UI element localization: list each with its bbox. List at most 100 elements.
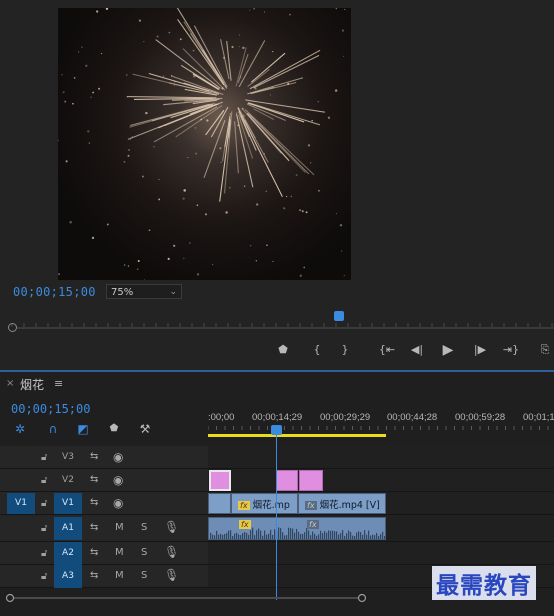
microphone-icon[interactable]: 🎙︎ <box>164 568 179 582</box>
nest-sequence-icon[interactable]: ✲ <box>12 421 28 437</box>
ruler-label: 00;01;1 <box>523 412 554 423</box>
graphic-clip[interactable] <box>276 470 298 491</box>
track-header: V1 🔓︎ V1 ⇆ ◉ <box>0 492 208 514</box>
work-area-bar[interactable] <box>208 434 386 437</box>
linked-selection-icon[interactable]: ◩ <box>75 421 91 437</box>
monitor-time-ruler[interactable] <box>0 313 554 333</box>
firework-image <box>58 8 346 280</box>
clip-label: fx 烟花.mp <box>238 497 290 511</box>
sync-lock-icon[interactable]: ⇆ <box>90 474 98 485</box>
track-header: 🔓︎ V2 ⇆ ◉ <box>0 469 208 491</box>
mute-button[interactable]: M <box>115 570 124 581</box>
clip-name: 烟花.mp4 [V] <box>319 500 380 511</box>
source-patch-v1[interactable]: V1 <box>7 493 35 514</box>
video-clip[interactable]: fx 烟花.mp <box>231 493 298 514</box>
clip-label: fx <box>239 519 254 530</box>
solo-button[interactable]: S <box>141 547 147 558</box>
chevron-down-icon: ⌄ <box>169 287 177 297</box>
lock-icon[interactable]: 🔓︎ <box>41 523 47 534</box>
track-v2: 🔓︎ V2 ⇆ ◉ <box>0 469 554 492</box>
mute-button[interactable]: M <box>115 522 124 533</box>
go-to-out-icon[interactable]: ⇥} <box>500 341 522 359</box>
track-a1: 🔓︎ A1 ⇆ M S 🎙︎ fx fx <box>0 515 554 542</box>
close-icon[interactable]: × <box>6 378 14 389</box>
audio-waveform <box>210 527 385 539</box>
track-lane[interactable]: fx 烟花.mp fx 烟花.mp4 [V] <box>208 492 554 514</box>
track-name[interactable]: A3 <box>54 565 82 588</box>
track-v3: 🔓︎ V3 ⇆ ◉ <box>0 446 554 469</box>
sync-lock-icon[interactable]: ⇆ <box>90 570 98 581</box>
microphone-icon[interactable]: 🎙︎ <box>164 520 179 534</box>
monitor-playhead[interactable] <box>334 311 344 321</box>
track-name[interactable]: A2 <box>54 542 82 565</box>
monitor-scrollbar[interactable] <box>17 327 554 329</box>
video-clip[interactable]: fx 烟花.mp4 [V] <box>298 493 386 514</box>
clip-label: fx 烟花.mp4 [V] <box>305 497 380 511</box>
sequence-tab-title[interactable]: 烟花 <box>20 376 44 393</box>
sync-lock-icon[interactable]: ⇆ <box>90 497 98 508</box>
video-clip[interactable] <box>208 493 231 514</box>
lock-icon[interactable]: 🔓︎ <box>41 498 47 509</box>
sync-lock-icon[interactable]: ⇆ <box>90 547 98 558</box>
track-a2: 🔓︎ A2 ⇆ M S 🎙︎ <box>0 542 554 565</box>
eye-icon[interactable]: ◉ <box>113 496 123 510</box>
monitor-zoom-handle[interactable] <box>8 323 17 332</box>
video-preview[interactable] <box>58 8 351 280</box>
step-forward-icon[interactable]: |▶ <box>471 341 489 359</box>
panel-menu-icon[interactable]: ≡ <box>54 377 63 390</box>
ruler-label: :00;00 <box>208 412 235 423</box>
snap-magnet-icon[interactable]: ∩ <box>45 421 61 437</box>
track-lane[interactable]: fx fx <box>208 515 554 541</box>
monitor-timecode[interactable]: 00;00;15;00 <box>13 285 96 299</box>
track-name[interactable]: V1 <box>54 493 82 514</box>
timeline-playhead[interactable] <box>271 425 282 435</box>
lift-icon[interactable]: ⎘ <box>536 341 554 359</box>
sync-lock-icon[interactable]: ⇆ <box>90 451 98 462</box>
audio-clip[interactable]: fx fx <box>208 517 386 540</box>
watermark-logo: 最需教育 <box>432 566 536 600</box>
play-icon[interactable]: ▶ <box>439 341 457 359</box>
graphic-clip[interactable] <box>209 470 231 491</box>
lock-icon[interactable]: 🔓︎ <box>41 452 47 463</box>
zoom-select[interactable]: 75% ⌄ <box>106 284 182 299</box>
track-lane[interactable] <box>208 542 554 564</box>
settings-wrench-icon[interactable]: ⚒ <box>137 421 153 437</box>
track-lane[interactable] <box>208 469 554 491</box>
track-lane[interactable] <box>208 446 554 468</box>
timeline-playhead-line <box>276 430 277 600</box>
ruler-label: 00;00;14;29 <box>252 412 303 423</box>
ruler-label: 00;00;29;29 <box>320 412 371 423</box>
graphic-clip[interactable] <box>299 470 323 491</box>
track-header: 🔓︎ A2 ⇆ M S 🎙︎ <box>0 542 208 565</box>
fx-badge: fx <box>238 501 250 510</box>
mute-button[interactable]: M <box>115 547 124 558</box>
step-back-icon[interactable]: ◀| <box>408 341 426 359</box>
sync-lock-icon[interactable]: ⇆ <box>90 522 98 533</box>
fx-badge: fx <box>307 520 319 529</box>
solo-button[interactable]: S <box>141 522 147 533</box>
ruler-label: 00;00;59;28 <box>455 412 506 423</box>
add-marker-icon[interactable]: ⬟ <box>106 421 122 437</box>
clip-name: 烟花.mp <box>252 500 290 511</box>
lock-icon[interactable]: 🔓︎ <box>41 475 47 486</box>
mark-out-icon[interactable]: } <box>336 341 354 359</box>
timeline-timecode[interactable]: 00;00;15;00 <box>11 402 90 416</box>
microphone-icon[interactable]: 🎙︎ <box>164 545 179 559</box>
solo-button[interactable]: S <box>141 570 147 581</box>
ruler-label: 00;00;44;28 <box>387 412 438 423</box>
clip-label: fx <box>307 519 322 530</box>
go-to-in-icon[interactable]: {⇤ <box>376 341 398 359</box>
lock-icon[interactable]: 🔓︎ <box>41 548 47 559</box>
track-name[interactable]: A1 <box>54 517 82 540</box>
lock-icon[interactable]: 🔓︎ <box>41 571 47 582</box>
fx-badge: fx <box>239 520 251 529</box>
mark-in-icon[interactable]: { <box>308 341 326 359</box>
track-header: 🔓︎ V3 ⇆ ◉ <box>0 446 208 468</box>
eye-icon[interactable]: ◉ <box>113 450 123 464</box>
track-name[interactable]: V3 <box>54 452 82 462</box>
marker-icon[interactable]: ⬟ <box>274 341 292 359</box>
track-v1: V1 🔓︎ V1 ⇆ ◉ fx 烟花.mp fx 烟花.mp4 [V] <box>0 492 554 515</box>
eye-icon[interactable]: ◉ <box>113 473 123 487</box>
track-header: 🔓︎ A3 ⇆ M S 🎙︎ <box>0 565 208 588</box>
track-name[interactable]: V2 <box>54 475 82 485</box>
